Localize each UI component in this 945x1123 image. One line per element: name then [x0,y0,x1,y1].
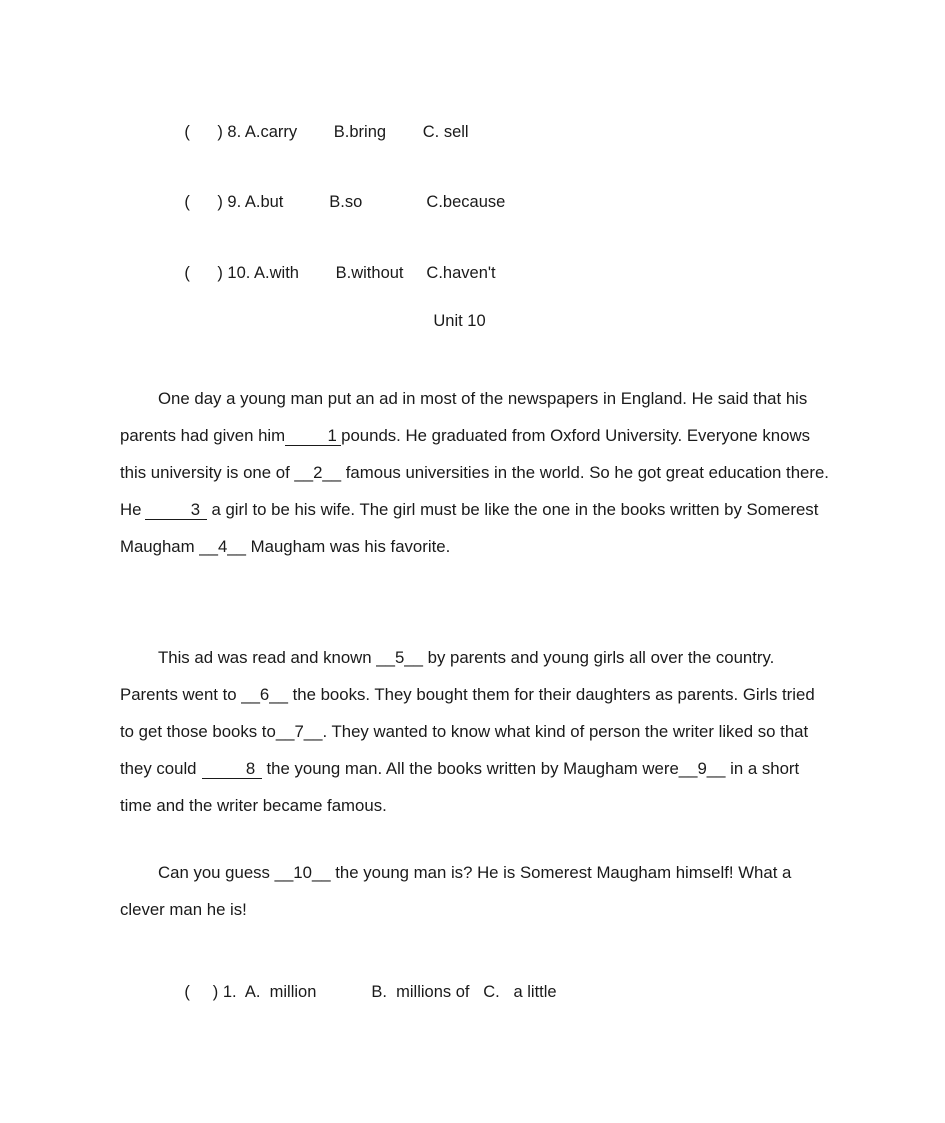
question-8-text: ( ) 8. A.carry B.bring C. sell [184,122,469,141]
blank-1[interactable]: 1 [285,427,342,446]
passage-paragraph-3: Can you guess __10__ the young man is? H… [120,854,830,928]
question-row-10: ( ) 10. A.with B.without C.haven't [166,242,496,304]
unit-heading-label: Unit 10 [433,312,486,330]
p1-text-e: Maugham was his favorite. [245,537,451,556]
question-1-text: ( ) 1. A. million B. millions of C. a li… [184,983,557,1001]
blank-8[interactable]: 8 [201,760,262,779]
question-row-8: ( ) 8. A.carry B.bring C. sell [166,101,469,163]
unit-heading: Unit 10 [0,312,945,331]
p3-text-a: Can you guess [158,863,275,882]
question-9-text: ( ) 9. A.but B.so C.because [184,192,506,211]
blank-2[interactable]: __2__ [294,463,341,482]
blank-6[interactable]: __6__ [241,685,288,704]
question-row-1: ( ) 1. A. million B. millions of C. a li… [166,964,557,1021]
p2-text-e: the young man. All the books written by … [266,759,679,778]
worksheet-page: ( ) 8. A.carry B.bring C. sell ( ) 9. A.… [0,0,945,1123]
blank-5[interactable]: __5__ [376,648,423,667]
question-row-9: ( ) 9. A.but B.so C.because [166,171,505,233]
blank-9[interactable]: __9__ [679,759,726,778]
p2-text-a: This ad was read and known [158,648,377,667]
blank-4[interactable]: __4__ [199,537,246,556]
question-10-text: ( ) 10. A.with B.without C.haven't [184,263,496,282]
blank-10[interactable]: __10__ [275,863,331,882]
blank-3[interactable]: 3 [145,501,208,520]
blank-7[interactable]: __7__ [276,722,323,741]
passage-paragraph-2: This ad was read and known __5__ by pare… [120,639,830,824]
passage-paragraph-1: One day a young man put an ad in most of… [120,380,830,565]
